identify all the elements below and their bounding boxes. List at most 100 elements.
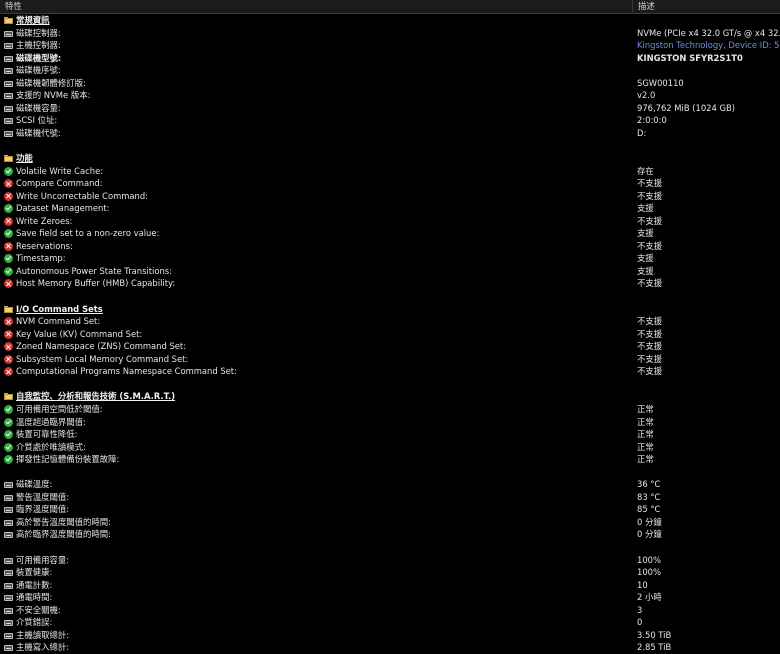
disk-icon [4,618,13,627]
property-label: 主機寫入總計: [16,642,70,653]
list-item[interactable]: Host Memory Buffer (HMB) Capability: 不支援 [0,277,780,290]
property-value: 不支援 [637,353,663,364]
list-item[interactable]: Volatile Write Cache: 存在 [0,165,780,178]
section-general[interactable]: 常規資訊 [0,14,780,27]
list-item[interactable]: 臨界溫度閾值: 85 °C [0,503,780,516]
check-icon [4,455,13,465]
list-item[interactable]: 通電時間: 2 小時 [0,591,780,604]
list-item[interactable]: Dataset Management: 支援 [0,202,780,215]
cross-icon [4,191,13,201]
list-item[interactable]: Write Zeroes: 不支援 [0,215,780,228]
property-label: 通電計數: [16,579,53,590]
section-title: 功能 [16,153,33,164]
disk-icon [4,568,13,577]
list-item[interactable]: 裝置可靠性降低: 正常 [0,428,780,441]
disk-icon [4,643,13,652]
list-item[interactable]: 高於警告溫度閾值的時間: 0 分鐘 [0,516,780,529]
property-label: Subsystem Local Memory Command Set: [16,353,189,364]
list-item[interactable]: 溫度超過臨界閾值: 正常 [0,416,780,429]
list-item[interactable]: Autonomous Power State Transitions: 支援 [0,265,780,278]
property-label: 主機控制器: [16,40,61,51]
list-item[interactable]: 可用備用空間低於閾值: 正常 [0,403,780,416]
property-value: 支援 [637,228,654,239]
property-label: 通電時間: [16,592,53,603]
list-item[interactable]: Key Value (KV) Command Set: 不支援 [0,328,780,341]
property-label: 介質錯誤: [16,617,53,628]
list-item[interactable]: 不安全關機: 3 [0,604,780,617]
section-smart[interactable]: 自我監控、分析和報告技術 (S.M.A.R.T.) [0,390,780,403]
list-item[interactable]: 介質錯誤: 0 [0,616,780,629]
property-value: 3 [637,604,643,615]
list-item[interactable]: Timestamp: 支援 [0,252,780,265]
folder-icon [4,305,13,314]
list-item[interactable]: Computational Programs Namespace Command… [0,365,780,378]
list-item[interactable]: Reservations: 不支援 [0,240,780,253]
list-item[interactable]: 磁碟機型號: KINGSTON SFYR2S1T0 [0,52,780,65]
check-icon [4,442,13,452]
property-value: 100% [637,554,661,565]
list-item[interactable]: 主機控制器: Kingston Technology, Device ID: 5… [0,39,780,52]
property-label: Volatile Write Cache: [16,165,104,176]
property-value: 2:0:0:0 [637,115,667,126]
list-item[interactable]: 主機讀取總計: 3.50 TiB [0,629,780,642]
section-title: I/O Command Sets [16,303,103,314]
list-item[interactable]: NVM Command Set: 不支援 [0,315,780,328]
cross-icon [4,179,13,189]
list-item[interactable]: SCSI 位址: 2:0:0:0 [0,114,780,127]
list-item[interactable]: 揮發性記憶體備份裝置故障: 正常 [0,453,780,466]
check-icon [4,404,13,414]
property-label: Reservations: [16,240,73,251]
property-value: 2.85 TiB [637,642,672,653]
property-value: 不支援 [637,328,663,339]
list-item[interactable]: Zoned Namespace (ZNS) Command Set: 不支援 [0,340,780,353]
disk-icon [4,54,13,63]
property-value: 不支援 [637,178,663,189]
list-item[interactable]: 磁碟控制器: NVMe (PCIe x4 32.0 GT/s @ x4 32.0… [0,27,780,40]
property-label: 溫度超過臨界閾值: [16,416,86,427]
list-item[interactable]: Compare Command: 不支援 [0,177,780,190]
property-value: 36 °C [637,479,661,490]
property-label: Write Uncorrectable Command: [16,190,148,201]
cross-icon [4,342,13,352]
property-value: 正常 [637,441,654,452]
property-value: 0 分鐘 [637,516,662,527]
list-item[interactable]: 高於臨界溫度閾值的時間: 0 分鐘 [0,528,780,541]
list-item[interactable]: 裝置健康: 100% [0,566,780,579]
list-item[interactable]: Write Uncorrectable Command: 不支援 [0,190,780,203]
host-controller-link[interactable]: Kingston Technology, Device ID: 502A [637,39,780,52]
property-value: 83 °C [637,491,661,502]
list-item[interactable]: 支援的 NVMe 版本: v2.0 [0,89,780,102]
property-label: 臨界溫度閾值: [16,504,70,515]
list-item[interactable]: Subsystem Local Memory Command Set: 不支援 [0,353,780,366]
disk-icon [4,505,13,514]
section-features[interactable]: 功能 [0,152,780,165]
list-item[interactable]: 警告溫度閾值: 83 °C [0,491,780,504]
list-item[interactable]: 磁碟機代號: D: [0,127,780,140]
list-item[interactable]: 磁碟機序號: [0,64,780,77]
cross-icon [4,241,13,251]
property-value: 不支援 [637,240,663,251]
property-column-header[interactable]: 特性 [0,0,633,13]
property-label: Write Zeroes: [16,215,73,226]
list-item[interactable]: 磁碟機韌體修訂版: SGW00110 [0,77,780,90]
property-value: SGW00110 [637,77,684,88]
property-value: 976,762 MiB (1024 GB) [637,102,736,113]
list-item[interactable]: Save field set to a non-zero value: 支援 [0,227,780,240]
list-item[interactable]: 主機寫入總計: 2.85 TiB [0,641,780,654]
list-item[interactable]: 可用備用容量: 100% [0,554,780,567]
list-item[interactable]: 磁碟溫度: 36 °C [0,478,780,491]
cross-icon [4,279,13,289]
property-label: Host Memory Buffer (HMB) Capability: [16,278,176,289]
disk-icon [4,530,13,539]
list-item[interactable]: 通電計數: 10 [0,579,780,592]
property-label: NVM Command Set: [16,316,101,327]
list-item[interactable]: 介質處於唯讀模式: 正常 [0,441,780,454]
section-io-command-sets[interactable]: I/O Command Sets [0,303,780,316]
property-label: 可用備用空間低於閾值: [16,403,103,414]
description-column-header[interactable]: 描述 [633,0,780,13]
list-item[interactable]: 磁碟機容量: 976,762 MiB (1024 GB) [0,102,780,115]
disk-icon [4,29,13,38]
